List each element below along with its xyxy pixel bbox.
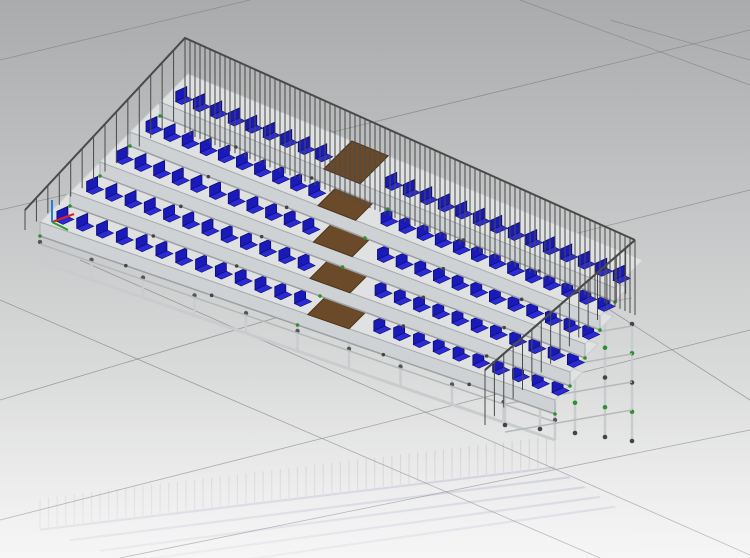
beam-clamp [553,412,557,416]
beam-clamp [38,234,42,238]
3d-viewport[interactable] [0,0,750,558]
tower-clamp [629,438,635,444]
tower-clamp [537,426,543,432]
beam-clamp [568,384,572,388]
beam-clamp [124,263,128,268]
beam-clamp [467,382,471,387]
beam-clamp [401,324,406,328]
beam-clamp [158,114,162,118]
beam-clamp [234,264,239,268]
beam-clamp [284,205,289,210]
beam-clamp [128,144,132,148]
clamp-node [37,239,43,245]
tower-clamp [602,345,608,351]
beam-clamp [295,323,300,327]
reflection-fade [0,380,750,558]
beam-clamp [583,356,587,360]
beam-clamp [421,295,426,300]
tower-clamp [602,404,608,410]
beam-clamp [441,266,446,271]
tower-clamp [602,434,608,440]
beam-clamp [68,204,72,208]
tower-clamp [572,430,578,436]
beam-clamp [259,234,264,239]
beam-clamp [385,207,390,211]
tower-clamp [602,375,608,380]
grandstand-scene[interactable] [0,0,750,558]
beam-clamp [98,174,102,178]
tower-clamp [572,400,578,406]
beam-clamp [151,234,156,238]
tower-clamp [502,422,508,428]
beam-clamp [381,352,386,357]
beam-clamp [209,293,214,298]
beam-clamp [179,204,183,209]
beam-clamp [363,236,367,240]
beam-clamp [318,294,322,298]
beam-clamp [502,325,506,330]
beam-clamp [484,354,489,358]
beam-clamp [206,174,211,179]
beam-clamp [340,265,345,269]
beam-clamp [519,297,524,302]
beam-clamp [598,328,602,332]
floor-reflection [0,380,750,558]
